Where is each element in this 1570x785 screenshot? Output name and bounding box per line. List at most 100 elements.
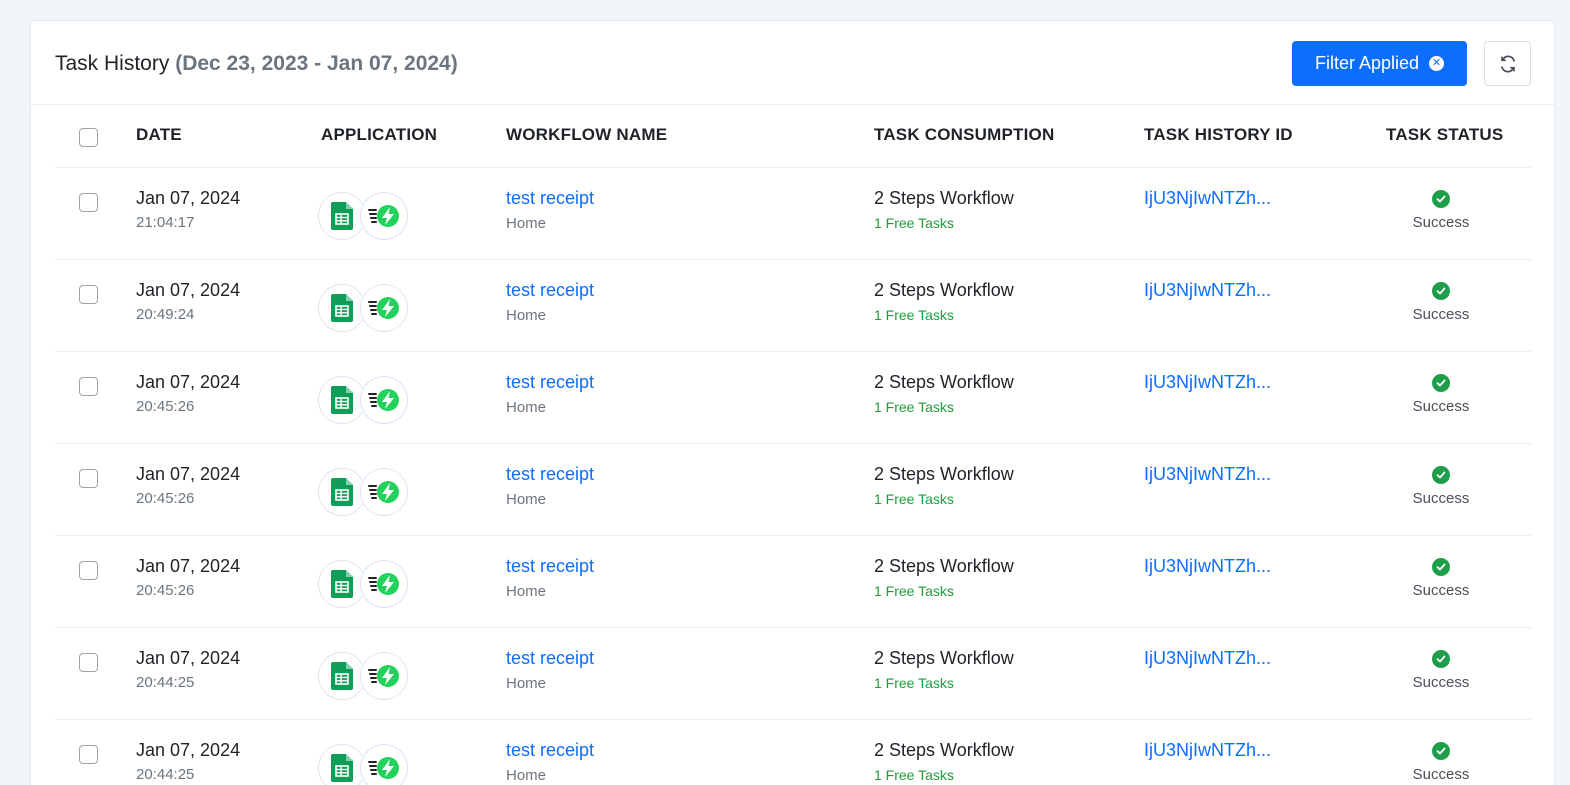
- task-consumption: 2 Steps Workflow: [874, 648, 1014, 668]
- task-status: Success: [1391, 650, 1491, 691]
- row-time: 20:45:26: [136, 582, 195, 599]
- row-applications: [318, 284, 408, 332]
- task-status: Success: [1391, 374, 1491, 415]
- status-label: Success: [1412, 306, 1470, 323]
- workflow-folder: Home: [506, 767, 547, 784]
- workflow-name-link[interactable]: test receipt: [506, 372, 594, 393]
- task-status: Success: [1391, 742, 1491, 783]
- row-applications: [318, 192, 408, 240]
- row-time: 20:45:26: [136, 490, 195, 507]
- google-sheets-icon: [318, 560, 366, 608]
- task-status: Success: [1391, 190, 1491, 231]
- row-date: Jan 07, 2024: [136, 280, 241, 300]
- column-header-task-history-id: TASK HISTORY ID: [1144, 125, 1293, 144]
- pabbly-webhook-icon: [360, 744, 408, 785]
- task-history-id-link[interactable]: IjU3NjIwNTZh...: [1144, 740, 1271, 761]
- x-circle-icon[interactable]: ✕: [1429, 56, 1445, 71]
- google-sheets-icon: [318, 652, 366, 700]
- free-tasks-count: 1 Free Tasks: [874, 215, 954, 231]
- table-body: Jan 07, 2024 21:04:17 test receipt Home …: [55, 168, 1531, 785]
- google-sheets-icon: [318, 744, 366, 785]
- workflow-folder: Home: [506, 215, 547, 232]
- pabbly-webhook-icon: [360, 652, 408, 700]
- row-checkbox[interactable]: [79, 193, 98, 212]
- task-consumption: 2 Steps Workflow: [874, 740, 1014, 760]
- free-tasks-count: 1 Free Tasks: [874, 767, 954, 783]
- row-date: Jan 07, 2024: [136, 648, 241, 668]
- row-time: 20:49:24: [136, 306, 195, 323]
- free-tasks-count: 1 Free Tasks: [874, 675, 954, 691]
- status-label: Success: [1412, 674, 1470, 691]
- workflow-name-link[interactable]: test receipt: [506, 740, 594, 761]
- table-row: Jan 07, 2024 20:49:24 test receipt Home …: [55, 260, 1531, 352]
- free-tasks-count: 1 Free Tasks: [874, 583, 954, 599]
- column-header-application: APPLICATION: [321, 125, 438, 144]
- filter-applied-button[interactable]: Filter Applied ✕: [1292, 41, 1467, 86]
- row-time: 21:04:17: [136, 214, 195, 231]
- column-header-task-consumption: TASK CONSUMPTION: [874, 125, 1055, 144]
- title-text: Task History: [55, 52, 170, 75]
- workflow-name-link[interactable]: test receipt: [506, 648, 594, 669]
- status-label: Success: [1412, 766, 1470, 783]
- free-tasks-count: 1 Free Tasks: [874, 307, 954, 323]
- workflow-folder: Home: [506, 307, 547, 324]
- task-history-id-link[interactable]: IjU3NjIwNTZh...: [1144, 464, 1271, 485]
- refresh-icon: [1500, 55, 1515, 72]
- row-applications: [318, 652, 408, 700]
- status-label: Success: [1412, 398, 1470, 415]
- task-consumption: 2 Steps Workflow: [874, 280, 1014, 300]
- task-history-id-link[interactable]: IjU3NjIwNTZh...: [1144, 648, 1271, 669]
- status-label: Success: [1412, 490, 1470, 507]
- task-history-id-link[interactable]: IjU3NjIwNTZh...: [1144, 556, 1271, 577]
- task-consumption: 2 Steps Workflow: [874, 464, 1014, 484]
- pabbly-webhook-icon: [360, 284, 408, 332]
- task-history-id-link[interactable]: IjU3NjIwNTZh...: [1144, 280, 1271, 301]
- card-header: Task History (Dec 23, 2023 - Jan 07, 202…: [31, 21, 1554, 105]
- check-circle-icon: [1432, 374, 1450, 392]
- pabbly-webhook-icon: [360, 376, 408, 424]
- workflow-name-link[interactable]: test receipt: [506, 556, 594, 577]
- row-date: Jan 07, 2024: [136, 372, 241, 392]
- google-sheets-icon: [318, 468, 366, 516]
- status-label: Success: [1412, 214, 1470, 231]
- check-circle-icon: [1432, 466, 1450, 484]
- row-date: Jan 07, 2024: [136, 556, 241, 576]
- column-header-date: DATE: [136, 125, 182, 144]
- row-applications: [318, 560, 408, 608]
- task-history-id-link[interactable]: IjU3NjIwNTZh...: [1144, 372, 1271, 393]
- task-consumption: 2 Steps Workflow: [874, 188, 1014, 208]
- check-circle-icon: [1432, 282, 1450, 300]
- free-tasks-count: 1 Free Tasks: [874, 399, 954, 415]
- row-checkbox[interactable]: [79, 469, 98, 488]
- task-history-id-link[interactable]: IjU3NjIwNTZh...: [1144, 188, 1271, 209]
- status-label: Success: [1412, 582, 1470, 599]
- row-applications: [318, 468, 408, 516]
- row-checkbox[interactable]: [79, 285, 98, 304]
- select-all-checkbox[interactable]: [79, 128, 98, 147]
- page-title: Task History (Dec 23, 2023 - Jan 07, 202…: [55, 51, 458, 77]
- row-time: 20:44:25: [136, 674, 195, 691]
- row-checkbox[interactable]: [79, 745, 98, 764]
- workflow-folder: Home: [506, 583, 547, 600]
- workflow-name-link[interactable]: test receipt: [506, 188, 594, 209]
- google-sheets-icon: [318, 376, 366, 424]
- row-time: 20:44:25: [136, 766, 195, 783]
- check-circle-icon: [1432, 742, 1450, 760]
- table-row: Jan 07, 2024 20:45:26 test receipt Home …: [55, 352, 1531, 444]
- row-checkbox[interactable]: [79, 377, 98, 396]
- check-circle-icon: [1432, 650, 1450, 668]
- refresh-button[interactable]: [1484, 41, 1531, 86]
- google-sheets-icon: [318, 284, 366, 332]
- task-history-card: Task History (Dec 23, 2023 - Jan 07, 202…: [30, 20, 1555, 785]
- column-header-workflow-name: WORKFLOW NAME: [506, 125, 668, 144]
- task-status: Success: [1391, 558, 1491, 599]
- workflow-name-link[interactable]: test receipt: [506, 464, 594, 485]
- row-checkbox[interactable]: [79, 653, 98, 672]
- table-row: Jan 07, 2024 20:44:25 test receipt Home …: [55, 628, 1531, 720]
- pabbly-webhook-icon: [360, 560, 408, 608]
- row-applications: [318, 744, 408, 785]
- table-row: Jan 07, 2024 20:45:26 test receipt Home …: [55, 536, 1531, 628]
- row-checkbox[interactable]: [79, 561, 98, 580]
- workflow-name-link[interactable]: test receipt: [506, 280, 594, 301]
- row-date: Jan 07, 2024: [136, 188, 241, 208]
